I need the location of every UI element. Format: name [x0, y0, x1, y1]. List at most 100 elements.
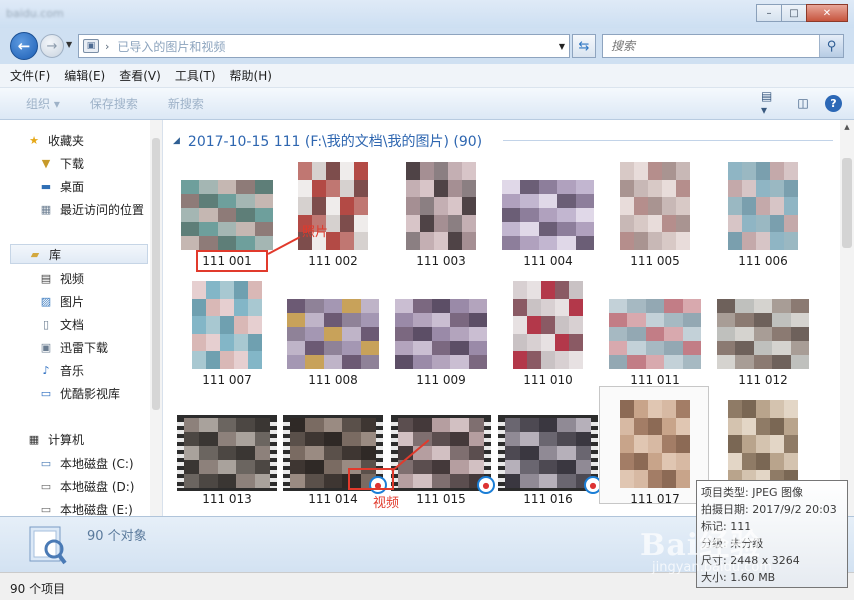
- photo-item[interactable]: 111 005: [603, 158, 707, 276]
- nav-downloads[interactable]: ▼ 下载: [38, 153, 84, 173]
- group-header[interactable]: ◢ 2017-10-15 111 (F:\我的文档\我的图片) (90): [173, 131, 482, 151]
- downloads-folder-icon: ▼: [41, 156, 51, 170]
- item-label: 111 008: [308, 373, 358, 387]
- nav-pictures[interactable]: ▨ 图片: [38, 291, 84, 311]
- menu-edit[interactable]: 编辑(E): [64, 67, 105, 84]
- help-icon[interactable]: ?: [825, 94, 842, 112]
- refresh-button[interactable]: ⇆: [572, 34, 596, 58]
- photo-thumbnail: [728, 400, 798, 488]
- nav-drive-e-label: 本地磁盘 (E:): [60, 502, 133, 517]
- nav-computer[interactable]: ▦ 计算机: [26, 429, 84, 449]
- drive-icon: ▭: [40, 502, 52, 516]
- photo-item[interactable]: 111 012: [711, 277, 815, 395]
- nav-documents[interactable]: ▯ 文档: [38, 314, 84, 334]
- system-drive-icon: ▭: [40, 456, 52, 470]
- nav-youku[interactable]: ▭ 优酷影视库: [38, 383, 120, 403]
- close-button[interactable]: ✕: [806, 4, 848, 22]
- photo-item[interactable]: 111 003: [389, 158, 493, 276]
- minimize-button[interactable]: –: [756, 4, 782, 22]
- photo-item[interactable]: 111 017: [599, 386, 709, 514]
- nav-scrollbar[interactable]: [150, 120, 162, 516]
- nav-desktop-label: 桌面: [60, 179, 85, 194]
- item-label: 111 014: [308, 492, 358, 506]
- menu-tools[interactable]: 工具(T): [175, 67, 216, 84]
- photo-thumbnail: [728, 162, 798, 250]
- organize-button[interactable]: 组织 ▾: [26, 95, 60, 112]
- nav-desktop[interactable]: ▬ 桌面: [38, 176, 84, 196]
- address-bar[interactable]: ▣ › 已导入的图片和视频 ▼: [78, 34, 570, 58]
- photo-item[interactable]: 111 007: [175, 277, 279, 395]
- music-note-icon: ♪: [42, 363, 50, 377]
- menu-file[interactable]: 文件(F): [10, 67, 50, 84]
- search-results-icon: [29, 526, 67, 565]
- video-item[interactable]: ● 111 015: [389, 396, 495, 514]
- nav-music[interactable]: ♪ 音乐: [38, 360, 84, 380]
- item-label: 111 017: [630, 492, 680, 506]
- nav-favorites[interactable]: ★ 收藏夹: [26, 130, 84, 150]
- photo-thumbnail: [502, 180, 594, 250]
- recent-places-icon: ▦: [40, 202, 52, 216]
- file-view: ◢ 2017-10-15 111 (F:\我的文档\我的图片) (90) 111…: [163, 120, 854, 516]
- address-row: ← → ▼ ▣ › 已导入的图片和视频 ▼ ⇆ ⚲: [0, 28, 854, 64]
- photo-item[interactable]: 111 006: [711, 158, 815, 276]
- navigation-pane: ★ 收藏夹 ▼ 下载 ▬ 桌面 ▦ 最近访问的位置 ▰ 库 ▤ 视频 ▨ 图片 ▯ 文档 ▣ 迅雷…: [0, 120, 163, 516]
- nav-computer-label: 计算机: [48, 432, 85, 447]
- photo-item[interactable]: 111 008: [281, 277, 385, 395]
- photo-thumbnail: [717, 299, 809, 369]
- photo-thumbnail: [287, 299, 379, 369]
- content-scroll-thumb[interactable]: [842, 158, 852, 248]
- video-library-icon: ▭: [40, 386, 52, 400]
- nav-videos-label: 视频: [60, 271, 85, 286]
- video-item[interactable]: ● 111 016: [496, 396, 602, 514]
- nav-thunder[interactable]: ▣ 迅雷下载: [38, 337, 108, 357]
- nav-drive-d[interactable]: ▭ 本地磁盘 (D:): [38, 476, 135, 496]
- new-search-button[interactable]: 新搜索: [168, 95, 204, 112]
- photo-item[interactable]: 111 011: [603, 277, 707, 395]
- video-item[interactable]: 111 013: [175, 396, 279, 514]
- photo-item[interactable]: 111 010: [496, 277, 600, 395]
- item-label: 111 010: [523, 373, 573, 387]
- forward-button[interactable]: →: [40, 34, 64, 58]
- menu-help[interactable]: 帮助(H): [230, 67, 272, 84]
- item-label: 111 016: [523, 492, 573, 506]
- video-item[interactable]: ● 111 014: [281, 396, 387, 514]
- nav-libraries-label: 库: [49, 247, 62, 262]
- computer-icon: ▦: [28, 432, 40, 446]
- preview-pane-icon[interactable]: ◫: [793, 94, 813, 112]
- nav-drive-c-label: 本地磁盘 (C:): [60, 456, 134, 471]
- content-scrollbar[interactable]: ▲: [840, 120, 854, 516]
- photo-item[interactable]: 111 002: [281, 158, 385, 276]
- nav-drive-c[interactable]: ▭ 本地磁盘 (C:): [38, 453, 134, 473]
- photo-item[interactable]: 111 004: [496, 158, 600, 276]
- search-input[interactable]: [603, 35, 813, 57]
- photo-item[interactable]: 111 009: [389, 277, 493, 395]
- item-label: 111 003: [416, 254, 466, 268]
- nav-scroll-thumb[interactable]: [152, 138, 160, 410]
- save-search-button[interactable]: 保存搜索: [90, 95, 138, 112]
- item-label: 111 007: [202, 373, 252, 387]
- title-bar: baidu.com – □ ✕: [0, 0, 854, 28]
- nav-drive-e[interactable]: ▭ 本地磁盘 (E:): [38, 499, 133, 517]
- view-controls: ▤ ▾ ◫ ?: [749, 89, 842, 117]
- collapse-triangle-icon[interactable]: ◢: [173, 136, 180, 146]
- library-icon: ▰: [30, 247, 40, 261]
- maximize-button[interactable]: □: [781, 4, 807, 22]
- nav-thunder-label: 迅雷下载: [60, 340, 109, 355]
- change-view-icon[interactable]: ▤ ▾: [761, 89, 781, 117]
- film-strip-frame: [391, 415, 491, 491]
- nav-drive-d-label: 本地磁盘 (D:): [60, 479, 135, 494]
- menu-view[interactable]: 查看(V): [119, 67, 161, 84]
- recent-pages-dropdown[interactable]: ▼: [66, 40, 72, 49]
- nav-libraries[interactable]: ▰ 库: [10, 244, 148, 264]
- back-button[interactable]: ←: [10, 32, 38, 60]
- address-dropdown-icon[interactable]: ▼: [559, 42, 565, 51]
- scroll-up-icon[interactable]: ▲: [840, 120, 854, 134]
- window-controls: – □ ✕: [756, 4, 848, 22]
- photo-thumbnail: [609, 299, 701, 369]
- search-button[interactable]: ⚲: [819, 35, 843, 57]
- photo-thumbnail: [192, 281, 262, 369]
- nav-videos[interactable]: ▤ 视频: [38, 268, 84, 288]
- breadcrumb-path[interactable]: 已导入的图片和视频: [117, 38, 558, 55]
- nav-recent[interactable]: ▦ 最近访问的位置: [38, 199, 144, 219]
- annotation-video-label: 视频: [373, 496, 400, 511]
